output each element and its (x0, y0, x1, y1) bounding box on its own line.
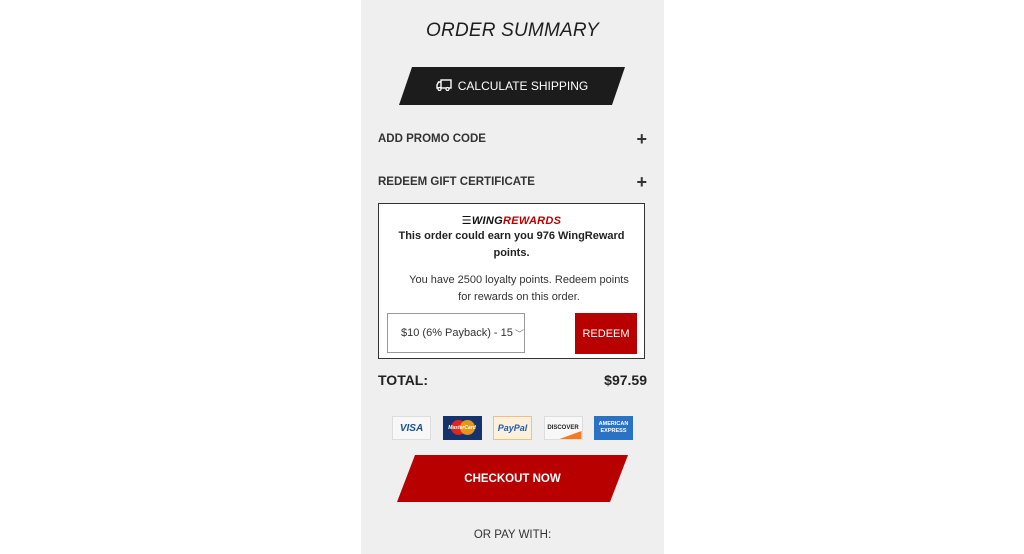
total-label: TOTAL: (378, 372, 429, 388)
calculate-shipping-button[interactable]: CALCULATE SHIPPING (399, 67, 625, 105)
page-title: ORDER SUMMARY (426, 20, 599, 41)
logo-wing: ☰ (461, 215, 472, 227)
logo-rewards-text: REWARDS (502, 215, 562, 227)
redeem-button[interactable]: REDEEM (575, 313, 637, 354)
wing-rewards-box: ☰WINGREWARDS This order could earn you 9… (378, 203, 645, 359)
total-amount: $97.59 (604, 372, 647, 388)
checkout-now-button[interactable]: CHECKOUT NOW (397, 455, 628, 502)
or-pay-with-label: OR PAY WITH: (473, 529, 552, 541)
order-total: TOTAL: $97.59 (378, 372, 647, 388)
loyalty-points-text: You have 2500 loyalty points. Redeem poi… (409, 274, 629, 303)
calculate-shipping-label: CALCULATE SHIPPING (457, 79, 589, 93)
wing-rewards-logo: ☰WINGREWARDS (379, 214, 644, 227)
plus-icon: + (636, 172, 647, 192)
order-summary-panel: ORDER SUMMARY CALCULATE SHIPPING ADD PRO… (361, 0, 664, 554)
promo-code-label: ADD PROMO CODE (378, 133, 486, 145)
gift-certificate-toggle[interactable]: REDEEM GIFT CERTIFICATE + (378, 172, 647, 192)
payment-methods: VISA MasterCard PayPal DISCOVER AMERICAN… (392, 416, 633, 440)
checkout-now-label: CHECKOUT NOW (464, 472, 561, 485)
gift-certificate-label: REDEEM GIFT CERTIFICATE (378, 176, 535, 188)
earn-points-text: This order could earn you 976 WingReward… (398, 230, 625, 259)
discover-card-icon: DISCOVER (543, 416, 583, 440)
amex-card-icon: AMERICAN EXPRESS (594, 416, 633, 440)
visa-card-icon: VISA (392, 416, 431, 440)
logo-wing-text: WING (471, 215, 503, 227)
reward-select[interactable]: $10 (6% Payback) - 1500 points ﹀ (387, 313, 525, 353)
promo-code-toggle[interactable]: ADD PROMO CODE + (378, 129, 647, 149)
reward-select-value: $10 (6% Payback) - 1500 points (401, 327, 513, 339)
plus-icon: + (636, 129, 647, 149)
chevron-down-icon: ﹀ (514, 328, 524, 339)
mastercard-icon: MasterCard (442, 416, 482, 440)
paypal-icon: PayPal (493, 416, 532, 440)
truck-icon (436, 78, 452, 94)
